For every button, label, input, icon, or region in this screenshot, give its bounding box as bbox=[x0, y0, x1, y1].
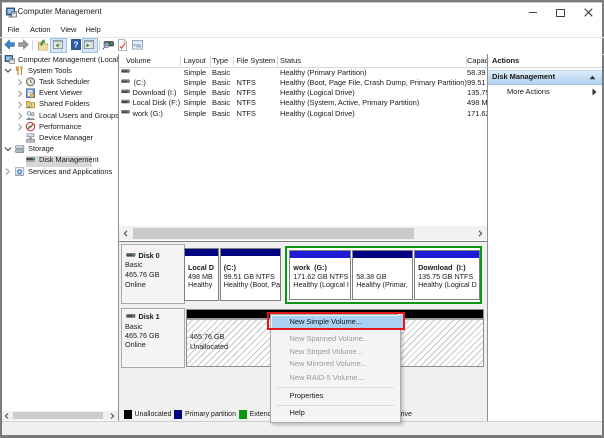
svg-text:?: ? bbox=[73, 39, 78, 49]
